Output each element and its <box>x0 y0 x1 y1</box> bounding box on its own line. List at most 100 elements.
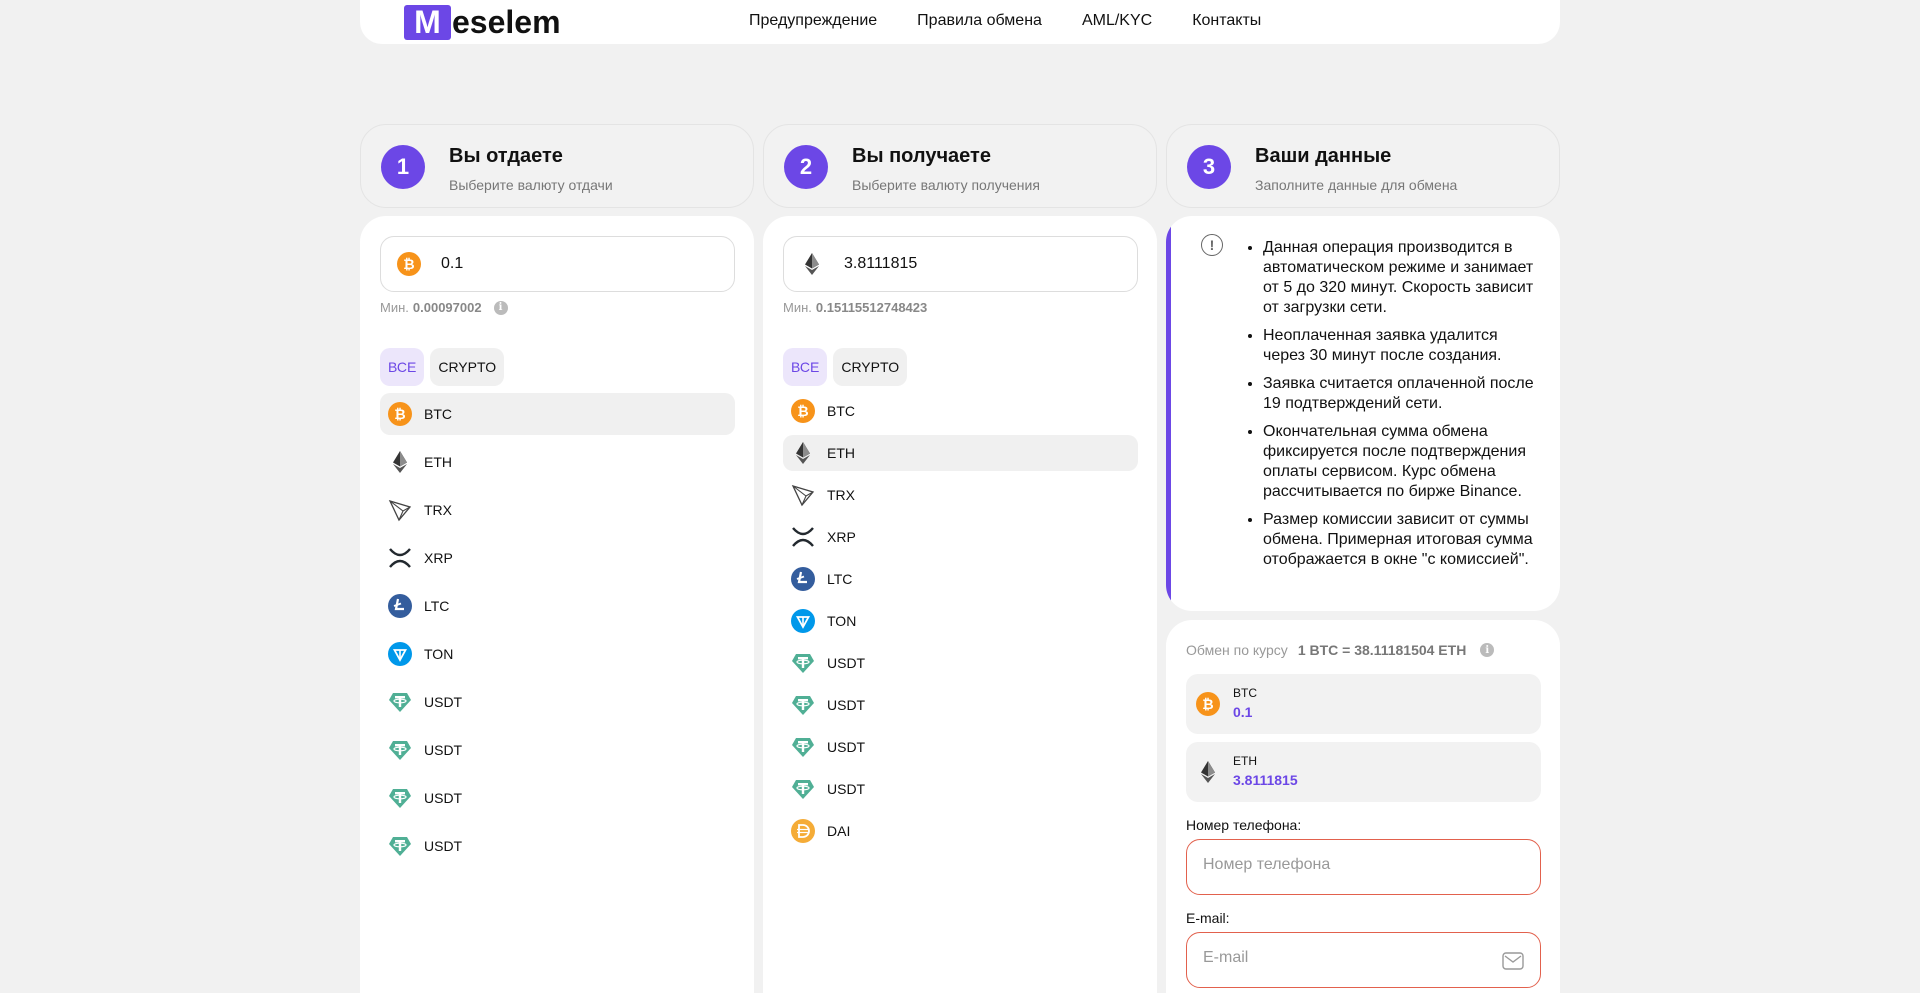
currency-option-ltc[interactable]: LTC <box>783 561 1138 597</box>
dai-icon <box>791 819 815 843</box>
ltc-icon <box>791 567 815 591</box>
currency-option-trx[interactable]: TRX <box>783 477 1138 513</box>
btc-icon: ₿ <box>791 399 815 423</box>
step-subtitle: Выберите валюту получения <box>852 177 1040 193</box>
currency-label: BTC <box>827 403 855 419</box>
svg-text:₿: ₿ <box>1202 696 1213 712</box>
logo-mark: M <box>404 4 451 40</box>
site-header: Meselem Предупреждение Правила обмена AM… <box>360 0 1560 44</box>
summary-get: ETH 3.8111815 <box>1186 742 1541 802</box>
step-title: Вы получаете <box>852 145 991 167</box>
give-amount-value[interactable]: 0.1 <box>441 255 463 273</box>
notice-item: Окончательная сумма обмена фиксируется п… <box>1263 422 1543 502</box>
usdt-icon <box>791 693 815 717</box>
currency-label: USDT <box>827 655 866 671</box>
step-subtitle: Выберите валюту отдачи <box>449 177 613 193</box>
get-amount-field[interactable]: 3.8111815 <box>783 236 1138 292</box>
nav-exchange-rules[interactable]: Правила обмена <box>917 12 1042 30</box>
give-panel: ₿ 0.1 Мин. 0.00097002 i ВСЕ CRYPTO ₿ BTC E… <box>360 216 754 993</box>
main-nav: Предупреждение Правила обмена AML/KYC Ко… <box>749 12 1261 30</box>
currency-option-usdt[interactable]: USDT <box>783 687 1138 723</box>
step-give-header: 1 Вы отдаете Выберите валюту отдачи <box>360 124 754 208</box>
currency-label: XRP <box>827 529 856 545</box>
currency-option-eth[interactable]: ETH <box>380 441 735 483</box>
currency-option-xrp[interactable]: XRP <box>380 537 735 579</box>
give-amount-field[interactable]: ₿ 0.1 <box>380 236 735 292</box>
notice-item: Размер комиссии зависит от суммы обмена.… <box>1263 510 1543 570</box>
min-label: Мин. <box>380 300 409 315</box>
phone-field[interactable] <box>1186 839 1541 895</box>
eth-icon <box>1196 760 1220 784</box>
get-amount-value[interactable]: 3.8111815 <box>844 255 917 273</box>
step-number: 2 <box>784 145 828 189</box>
usdt-icon <box>791 777 815 801</box>
ton-icon <box>388 642 412 666</box>
trx-icon <box>388 498 412 522</box>
currency-option-btc[interactable]: ₿ BTC <box>380 393 735 435</box>
trx-icon <box>791 483 815 507</box>
currency-label: ETH <box>827 445 855 461</box>
min-value: 0.00097002 <box>412 300 482 315</box>
phone-input[interactable] <box>1203 856 1503 874</box>
currency-option-usdt[interactable]: USDT <box>380 777 735 819</box>
step-number: 3 <box>1187 145 1231 189</box>
summary-give-amount: 0.1 <box>1233 704 1253 720</box>
currency-label: USDT <box>827 739 866 755</box>
filter-crypto[interactable]: CRYPTO <box>833 348 908 386</box>
usdt-icon <box>388 834 412 858</box>
svg-text:₿: ₿ <box>394 406 405 422</box>
currency-option-ltc[interactable]: LTC <box>380 585 735 627</box>
xrp-icon <box>791 525 815 549</box>
currency-option-usdt[interactable]: USDT <box>380 825 735 867</box>
svg-text:₿: ₿ <box>797 403 808 419</box>
email-label: E-mail: <box>1186 910 1230 926</box>
currency-label: DAI <box>827 823 851 839</box>
step-title: Ваши данные <box>1255 145 1392 167</box>
get-filters: ВСЕ CRYPTO <box>783 348 908 386</box>
nav-contacts[interactable]: Контакты <box>1192 12 1261 30</box>
email-field[interactable] <box>1186 932 1541 988</box>
currency-option-usdt[interactable]: USDT <box>380 681 735 723</box>
currency-option-eth[interactable]: ETH <box>783 435 1138 471</box>
filter-all[interactable]: ВСЕ <box>380 348 425 386</box>
notice-accent-bar <box>1166 216 1171 606</box>
step-title: Вы отдаете <box>449 145 563 167</box>
eth-icon <box>800 252 824 276</box>
exchange-summary: Обмен по курсу 1 BTC = 38.11181504 ETH i… <box>1166 620 1560 993</box>
currency-option-usdt[interactable]: USDT <box>783 645 1138 681</box>
notice-item: Неоплаченная заявка удалится через 30 ми… <box>1263 326 1543 366</box>
summary-get-amount: 3.8111815 <box>1233 772 1298 788</box>
currency-label: USDT <box>424 742 463 758</box>
usdt-icon <box>388 786 412 810</box>
info-icon[interactable]: i <box>1480 643 1495 657</box>
currency-option-usdt[interactable]: USDT <box>783 729 1138 765</box>
logo-text: eselem <box>452 3 561 40</box>
nav-aml-kyc[interactable]: AML/KYC <box>1082 12 1152 30</box>
filter-all[interactable]: ВСЕ <box>783 348 828 386</box>
give-min: Мин. 0.00097002 i <box>380 300 508 315</box>
get-min: Мин. 0.15115512748423 <box>783 300 927 315</box>
currency-option-xrp[interactable]: XRP <box>783 519 1138 555</box>
nav-warning[interactable]: Предупреждение <box>749 12 877 30</box>
logo[interactable]: Meselem <box>404 3 561 40</box>
email-input[interactable] <box>1203 949 1503 967</box>
ltc-icon <box>388 594 412 618</box>
currency-option-usdt[interactable]: USDT <box>783 771 1138 807</box>
currency-label: TRX <box>424 502 452 518</box>
notice-item: Данная операция производится в автоматич… <box>1263 238 1543 318</box>
filter-crypto[interactable]: CRYPTO <box>430 348 505 386</box>
give-filters: ВСЕ CRYPTO <box>380 348 505 386</box>
currency-option-ton[interactable]: TON <box>783 603 1138 639</box>
currency-option-trx[interactable]: TRX <box>380 489 735 531</box>
step-get-header: 2 Вы получаете Выберите валюту получения <box>763 124 1157 208</box>
phone-label: Номер телефона: <box>1186 817 1302 833</box>
currency-option-usdt[interactable]: USDT <box>380 729 735 771</box>
currency-option-dai[interactable]: DAI <box>783 813 1138 849</box>
notice-item: Заявка считается оплаченной после 19 под… <box>1263 374 1543 414</box>
currency-option-ton[interactable]: TON <box>380 633 735 675</box>
get-panel: 3.8111815 Мин. 0.15115512748423 ВСЕ CRYP… <box>763 216 1157 993</box>
usdt-icon <box>791 735 815 759</box>
summary-give-currency: BTC <box>1233 686 1257 700</box>
currency-option-btc[interactable]: ₿ BTC <box>783 393 1138 429</box>
info-icon[interactable]: i <box>493 300 508 315</box>
